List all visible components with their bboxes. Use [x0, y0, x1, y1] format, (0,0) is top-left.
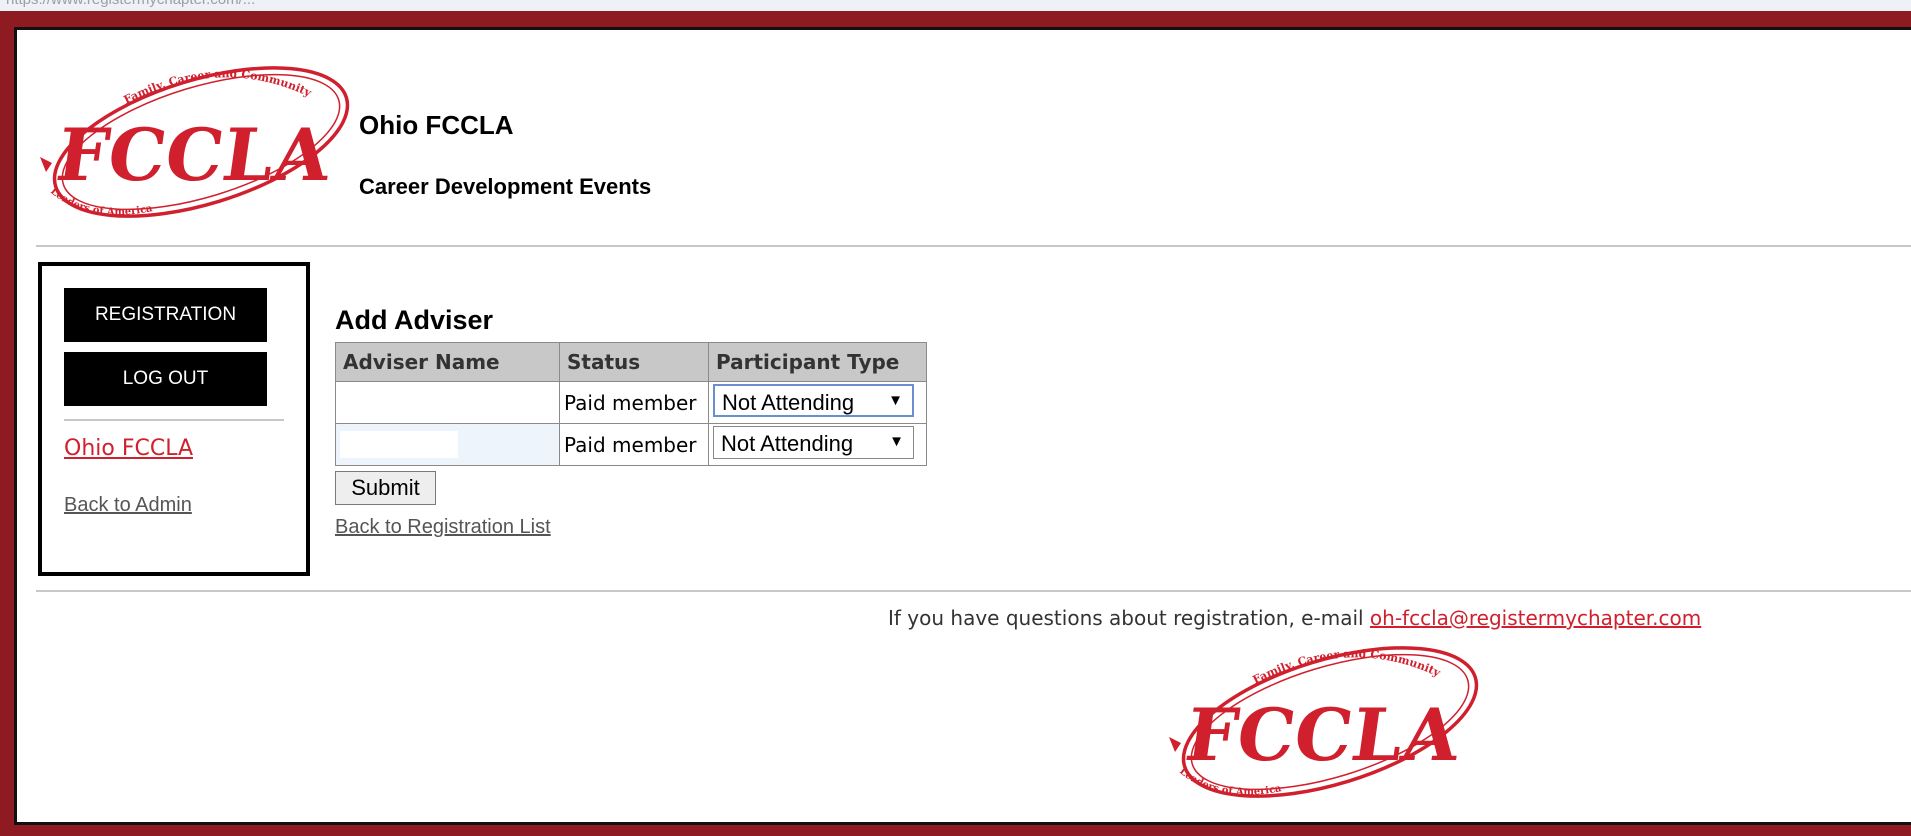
table-row: Paid member Not Attending ▼	[335, 381, 927, 424]
adviser-name-cell	[335, 423, 560, 466]
participant-type-cell: Not Attending ▼	[708, 381, 927, 424]
status-cell: Paid member	[559, 423, 709, 466]
submit-button[interactable]: Submit	[335, 471, 436, 505]
footer-note: If you have questions about registration…	[888, 606, 1701, 630]
status-cell: Paid member	[559, 381, 709, 424]
dropdown-arrow-icon: ▼	[889, 432, 904, 450]
svg-text:FCCLA: FCCLA	[1180, 693, 1465, 778]
sidebar: REGISTRATION LOG OUT Ohio FCCLA Back to …	[38, 262, 310, 576]
ohio-fccla-link[interactable]: Ohio FCCLA	[64, 436, 193, 461]
site-subtitle: Career Development Events	[359, 174, 652, 199]
adviser-name-cell	[335, 381, 560, 424]
dropdown-arrow-icon: ▼	[888, 391, 903, 409]
back-to-registration-list-link[interactable]: Back to Registration List	[335, 516, 551, 539]
footer-divider	[36, 590, 1911, 592]
footer-note-text: If you have questions about registration…	[888, 606, 1370, 630]
table-row: Paid member Not Attending ▼	[335, 423, 927, 466]
site-title: Ohio FCCLA	[359, 110, 514, 140]
fccla-footer-logo: FCCLA Family, Career and Community Leade…	[1165, 632, 1485, 812]
participant-type-select[interactable]: Not Attending ▼	[713, 383, 914, 417]
status-value: Paid member	[564, 390, 697, 415]
participant-type-cell: Not Attending ▼	[708, 423, 927, 466]
column-header-status: Status	[559, 342, 709, 382]
svg-text:Family, Career and Community: Family, Career and Community	[122, 67, 314, 106]
participant-type-value: Not Attending	[722, 389, 855, 415]
column-header-adviser-name: Adviser Name	[335, 342, 560, 382]
column-header-participant-type: Participant Type	[708, 342, 927, 382]
logout-button[interactable]: LOG OUT	[64, 352, 267, 406]
header-divider	[36, 245, 1911, 247]
participant-type-value: Not Attending	[721, 430, 854, 456]
page-heading: Add Adviser	[335, 305, 494, 335]
fccla-logo: FCCLA Family, Career and Community Leade…	[36, 52, 356, 232]
sidebar-divider	[64, 419, 284, 421]
table-header-row: Adviser Name Status Participant Type	[335, 342, 927, 382]
support-email-link[interactable]: oh-fccla@registermychapter.com	[1370, 606, 1701, 630]
back-to-admin-link[interactable]: Back to Admin	[64, 494, 192, 517]
svg-text:FCCLA: FCCLA	[51, 113, 336, 198]
registration-button[interactable]: REGISTRATION	[64, 288, 267, 342]
adviser-table: Adviser Name Status Participant Type Pai…	[335, 342, 927, 466]
browser-url-strip: https://www.registermychapter.com/...	[0, 0, 1911, 11]
svg-text:Family, Career and Community: Family, Career and Community	[1251, 647, 1443, 686]
participant-type-select[interactable]: Not Attending ▼	[713, 425, 914, 459]
status-value: Paid member	[564, 432, 697, 457]
browser-url: https://www.registermychapter.com/...	[6, 0, 255, 8]
